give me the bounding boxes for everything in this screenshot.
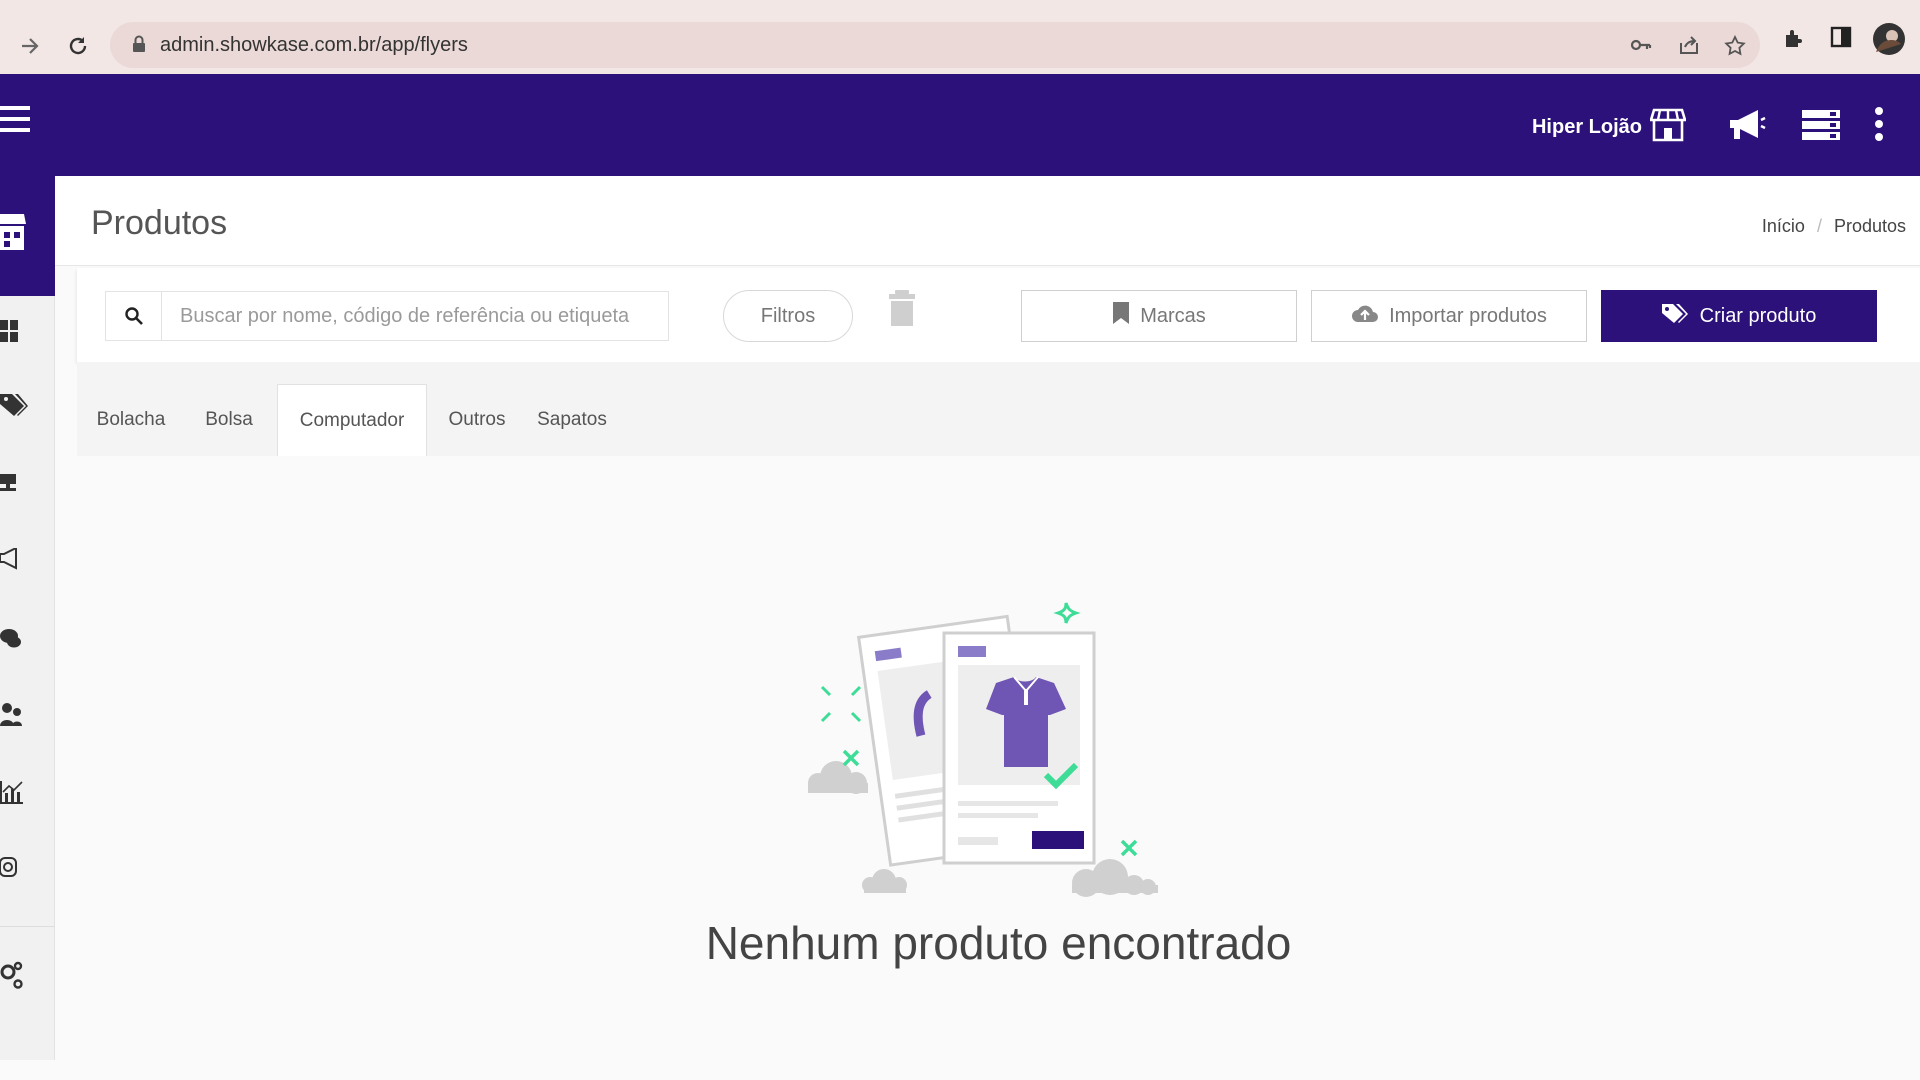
megaphone-icon[interactable] xyxy=(0,546,28,576)
lock-icon xyxy=(132,35,146,58)
url-text: admin.showkase.com.br/app/flyers xyxy=(160,33,468,56)
extensions-icon[interactable] xyxy=(1782,26,1806,55)
category-tabs: Bolacha Bolsa Computador Outros Sapatos xyxy=(77,362,1920,456)
trash-icon[interactable] xyxy=(887,290,917,333)
filters-button[interactable]: Filtros xyxy=(723,290,853,342)
app-header: Hiper Lojão xyxy=(0,74,1920,176)
import-products-label: Importar produtos xyxy=(1389,304,1547,327)
menu-icon[interactable] xyxy=(0,106,30,139)
tab-label: Bolacha xyxy=(96,409,166,430)
share-icon[interactable] xyxy=(1678,35,1700,60)
create-product-button[interactable]: Criar produto xyxy=(1601,290,1877,342)
tab-label: Sapatos xyxy=(537,409,607,430)
sidebar xyxy=(0,176,55,1060)
tab-computador[interactable]: Computador xyxy=(277,384,427,456)
products-toolbar: Filtros Marcas Importar produtos Criar p… xyxy=(77,268,1920,362)
search-icon[interactable] xyxy=(106,292,162,340)
dashboard-icon[interactable] xyxy=(0,320,28,348)
sidebar-divider xyxy=(0,926,55,927)
store-icon xyxy=(0,210,26,259)
breadcrumb-current: Produtos xyxy=(1833,216,1906,236)
create-product-label: Criar produto xyxy=(1699,304,1817,327)
browser-toolbar: admin.showkase.com.br/app/flyers xyxy=(0,0,1920,74)
chart-icon[interactable] xyxy=(0,780,28,808)
sidebar-item-store[interactable] xyxy=(0,176,55,296)
side-panel-icon[interactable] xyxy=(1830,26,1852,53)
breadcrumb-home[interactable]: Início xyxy=(1762,216,1805,236)
brands-button-label: Marcas xyxy=(1140,304,1206,327)
bookmark-star-icon[interactable] xyxy=(1724,34,1746,62)
tab-label: Bolsa xyxy=(205,409,253,430)
brands-button[interactable]: Marcas xyxy=(1021,290,1297,342)
tab-bolsa[interactable]: Bolsa xyxy=(189,384,269,456)
instagram-icon[interactable] xyxy=(0,856,28,884)
search-box xyxy=(105,291,669,341)
empty-products-illustration xyxy=(796,583,1216,908)
empty-state-message: Nenhum produto encontrado xyxy=(705,917,1292,969)
breadcrumb-separator: / xyxy=(1816,216,1822,236)
users-icon[interactable] xyxy=(0,702,28,730)
store-name[interactable]: Hiper Lojão xyxy=(1532,116,1642,139)
settings-icon[interactable] xyxy=(0,960,28,989)
tab-outros[interactable]: Outros xyxy=(433,384,521,456)
tab-label: Computador xyxy=(299,409,405,431)
tags-icon[interactable] xyxy=(0,392,28,420)
store-icon[interactable] xyxy=(1649,108,1687,147)
search-input[interactable] xyxy=(162,292,668,340)
tab-bolacha[interactable]: Bolacha xyxy=(77,384,185,456)
breadcrumb: Início / Produtos xyxy=(1762,216,1906,237)
more-vert-icon[interactable] xyxy=(1874,106,1884,147)
megaphone-icon[interactable] xyxy=(1728,108,1766,147)
import-products-button[interactable]: Importar produtos xyxy=(1311,290,1587,342)
tab-sapatos[interactable]: Sapatos xyxy=(523,384,621,456)
reload-icon[interactable] xyxy=(58,26,98,66)
key-icon[interactable] xyxy=(1630,35,1652,60)
forward-icon[interactable] xyxy=(10,26,50,66)
page-heading: Produtos Início / Produtos xyxy=(55,176,1920,266)
products-content: Nenhum produto encontrado xyxy=(77,456,1920,1060)
address-bar[interactable]: admin.showkase.com.br/app/flyers xyxy=(110,22,1760,68)
cloud-upload-icon xyxy=(1351,302,1379,330)
profile-avatar[interactable] xyxy=(1872,22,1906,61)
chat-icon[interactable] xyxy=(0,628,28,656)
tags-icon xyxy=(1661,302,1690,330)
bookmark-icon xyxy=(1112,302,1130,330)
display-icon[interactable] xyxy=(0,474,28,502)
page-title: Produtos xyxy=(91,204,228,242)
list-icon[interactable] xyxy=(1802,110,1840,145)
tab-label: Outros xyxy=(448,409,506,430)
